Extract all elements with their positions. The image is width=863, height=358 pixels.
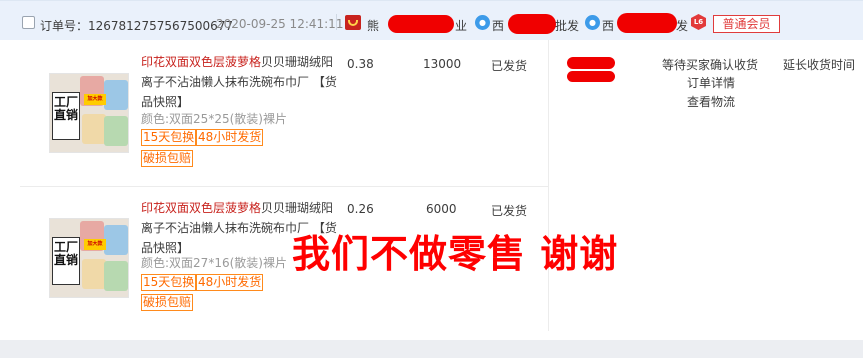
item-status: 已发货	[491, 204, 528, 218]
service-tag: 15天包换	[141, 129, 197, 146]
service-tag: 48小时发货	[196, 129, 264, 146]
service-tag: 15天包换	[141, 274, 197, 291]
select-order-checkbox[interactable]	[22, 16, 35, 29]
service-tag: 破损包赔	[141, 294, 194, 311]
title-highlight[interactable]: 印花双面双色层菠萝格	[141, 55, 261, 69]
product-spec: 颜色:双面25*25(散装)裸片	[141, 112, 287, 126]
order-header: 订单号：1267812757567500677 2020-09-25 12:41…	[0, 0, 863, 40]
seller-name-suffix[interactable]: 业	[455, 17, 467, 34]
logistics-link[interactable]: 查看物流	[687, 93, 735, 110]
buyer-name-prefix[interactable]: 西	[492, 17, 504, 34]
footer-strip	[0, 340, 863, 358]
wangwang-icon[interactable]: ●	[475, 15, 490, 30]
buyer2-name-prefix[interactable]: 西	[602, 17, 614, 34]
thumb-tag: 加大款	[84, 239, 106, 250]
product-thumbnail[interactable]: 工厂直销 加大款	[49, 73, 129, 153]
product-thumbnail[interactable]: 工厂直销 加大款	[49, 218, 129, 298]
order-item: 工厂直销 加大款 印花双面双色层菠萝格贝贝珊瑚绒阳离子不沾油懒人抹布洗碗布巾厂 …	[0, 40, 548, 186]
seller-name-prefix[interactable]: 熊	[367, 17, 379, 34]
order-body: 工厂直销 加大款 印花双面双色层菠萝格贝贝珊瑚绒阳离子不沾油懒人抹布洗碗布巾厂 …	[0, 40, 863, 340]
quantity: 13000	[423, 57, 462, 71]
item-status: 已发货	[491, 59, 528, 73]
redaction-mark	[617, 13, 677, 33]
buyer-name-suffix[interactable]: 批发	[555, 17, 579, 34]
level-badge-icon: L6	[691, 14, 706, 30]
unit-price: 0.38	[347, 57, 374, 71]
thumb-tag: 加大款	[84, 94, 106, 105]
extend-receipt-link[interactable]: 延长收货时间	[783, 56, 855, 73]
service-tag: 破损包赔	[141, 150, 194, 167]
order-state: 等待买家确认收货	[662, 58, 759, 72]
watermark-text: 我们不做零售 谢谢	[292, 232, 619, 276]
unit-price: 0.26	[347, 202, 374, 216]
title-highlight[interactable]: 印花双面双色层菠萝格	[141, 201, 261, 215]
product-spec: 颜色:双面27*16(散装)裸片	[141, 256, 287, 270]
order-time: 2020-09-25 12:41:11	[216, 17, 344, 31]
quantity: 6000	[426, 202, 457, 216]
order-number: 订单号：1267812757567500677	[40, 19, 234, 33]
redaction-mark	[567, 57, 615, 69]
thumb-caption: 工厂直销	[52, 237, 80, 285]
column-divider	[548, 40, 549, 331]
thumb-caption: 工厂直销	[52, 92, 80, 140]
wangwang-icon[interactable]: ●	[585, 15, 600, 30]
order-detail-link[interactable]: 订单详情	[687, 74, 735, 91]
shop-icon[interactable]	[345, 15, 361, 30]
redaction-mark	[388, 15, 454, 33]
product-title[interactable]: 印花双面双色层菠萝格贝贝珊瑚绒阳离子不沾油懒人抹布洗碗布巾厂 【货品快照】	[141, 52, 341, 112]
buyer2-name-suffix[interactable]: 发	[676, 17, 688, 34]
header-divider	[336, 14, 337, 30]
service-tag: 48小时发货	[196, 274, 264, 291]
redaction-mark	[567, 71, 615, 82]
redaction-mark	[508, 14, 556, 34]
member-tag: 普通会员	[713, 15, 780, 33]
